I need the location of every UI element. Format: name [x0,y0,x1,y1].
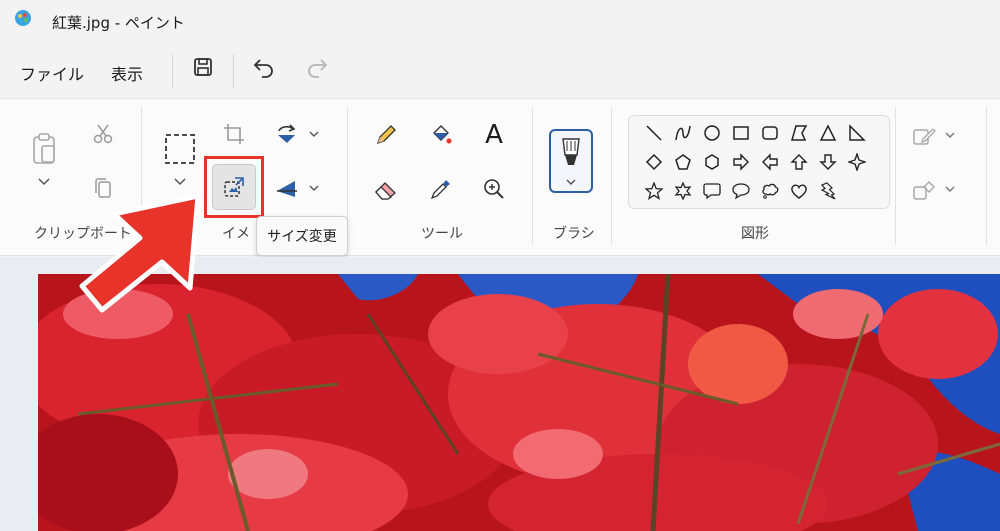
down-arrow-shape-icon[interactable] [817,151,839,173]
hexagon-shape-icon[interactable] [701,151,723,173]
group-separator [532,107,533,245]
brush-icon [562,138,580,165]
text-icon[interactable]: A [480,120,508,150]
group-label-shapes: 図形 [741,226,769,242]
select-icon[interactable] [162,131,198,167]
menu-file[interactable]: ファイル [20,61,84,85]
up-arrow-shape-icon[interactable] [788,151,810,173]
menu-view[interactable]: 表示 [111,61,143,85]
chevron-down-icon[interactable] [943,183,957,195]
crop-icon[interactable] [221,121,247,147]
menu-separator [172,54,173,88]
group-separator [986,107,987,245]
line-shape-icon[interactable] [643,122,665,144]
chevron-down-icon[interactable] [36,175,52,189]
four-point-star-shape-icon[interactable] [846,151,868,173]
redo-icon[interactable] [304,54,330,80]
right-triangle-shape-icon[interactable] [846,122,868,144]
paint-app-icon [15,10,31,26]
window-title: 紅葉.jpg - ペイント [52,14,185,32]
group-separator [895,107,896,245]
menu-separator [233,54,234,88]
pencil-icon[interactable] [372,121,400,149]
paste-icon[interactable] [28,129,60,169]
group-label-tools: ツール [421,226,463,242]
rotate-icon[interactable] [274,121,300,147]
title-bar: 紅葉.jpg - ペイント [0,0,1000,42]
group-separator [611,107,612,245]
chevron-down-icon[interactable] [943,129,957,141]
flip-icon[interactable] [274,175,300,201]
right-arrow-shape-icon[interactable] [730,151,752,173]
heart-shape-icon[interactable] [788,180,810,202]
cut-icon[interactable] [90,121,116,147]
diamond-shape-icon[interactable] [643,151,665,173]
cloud-callout-shape-icon[interactable] [759,180,781,202]
menu-bar [0,42,1000,98]
five-point-star-shape-icon[interactable] [643,180,665,202]
eraser-icon[interactable] [372,175,400,203]
undo-icon[interactable] [251,54,277,80]
lightning-shape-icon[interactable] [817,180,839,202]
triangle-shape-icon[interactable] [817,122,839,144]
fill-icon[interactable] [427,121,455,149]
color-picker-icon[interactable] [427,175,455,203]
resize-tooltip: サイズ変更 [256,216,348,256]
shapes-panel [628,115,890,209]
shape-fill-icon[interactable] [910,177,938,203]
outline-icon[interactable] [910,123,938,149]
magnifier-icon[interactable] [480,175,508,203]
rectangle-callout-shape-icon[interactable] [701,180,723,202]
rectangle-shape-icon[interactable] [730,122,752,144]
group-label-brushes: ブラシ [553,226,595,242]
oval-callout-shape-icon[interactable] [730,180,752,202]
chevron-down-icon[interactable] [306,181,322,195]
chevron-down-icon[interactable] [172,175,188,189]
rounded-rectangle-shape-icon[interactable] [759,122,781,144]
brush-button[interactable] [549,129,593,193]
pointer-arrow [79,193,201,313]
curve-shape-icon[interactable] [672,122,694,144]
highlight-box [204,156,264,218]
chevron-down-icon [566,179,576,185]
six-point-star-shape-icon[interactable] [672,180,694,202]
pentagon-shape-icon[interactable] [672,151,694,173]
polygon-shape-icon[interactable] [788,122,810,144]
chevron-down-icon[interactable] [306,127,322,141]
left-arrow-shape-icon[interactable] [759,151,781,173]
oval-shape-icon[interactable] [701,122,723,144]
group-label-image: イメ [222,226,250,242]
save-icon[interactable] [190,54,216,80]
